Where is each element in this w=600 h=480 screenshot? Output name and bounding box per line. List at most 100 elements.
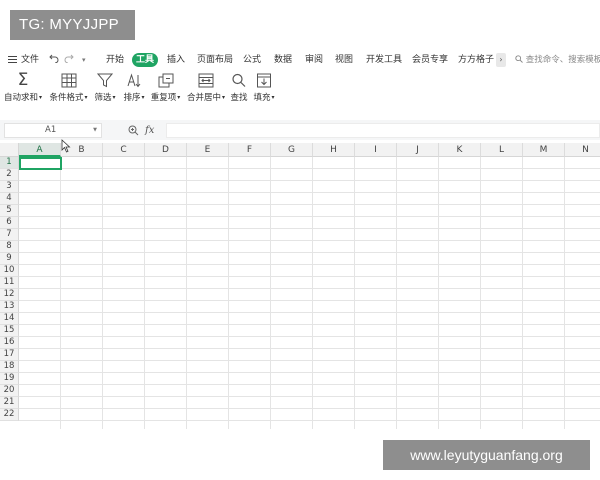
column-header[interactable]: I bbox=[355, 143, 397, 157]
tab-fangfange[interactable]: 方方格子 bbox=[458, 53, 494, 67]
formula-bar: A1 ▼ fx bbox=[0, 120, 600, 140]
column-header[interactable]: C bbox=[103, 143, 145, 157]
row-header[interactable]: 9 bbox=[0, 253, 19, 265]
conditional-format-dropdown-icon: ▾ bbox=[84, 94, 88, 101]
tab-formulas[interactable]: 公式 bbox=[243, 53, 261, 67]
tab-member[interactable]: 会员专享 bbox=[412, 53, 448, 67]
conditional-format-label: 条件格式 bbox=[49, 93, 84, 103]
duplicates-icon bbox=[158, 73, 173, 87]
fx-icon[interactable]: fx bbox=[145, 125, 154, 136]
column-header[interactable]: G bbox=[271, 143, 313, 157]
row-header[interactable]: 22 bbox=[0, 409, 19, 421]
row-header[interactable]: 4 bbox=[0, 193, 19, 205]
tools-ribbon: Σ 自动求和▾ 条件格式▾ 筛选▾ 排序▾ 重复项▾ 合并居中▾ 查找 填充▾ bbox=[0, 70, 600, 110]
row-header[interactable]: 12 bbox=[0, 289, 19, 301]
row-header[interactable]: 11 bbox=[0, 277, 19, 289]
column-header[interactable]: H bbox=[313, 143, 355, 157]
column-header[interactable]: J bbox=[397, 143, 439, 157]
spreadsheet-grid: ABCDEFGHIJKLMN 1 2 3 4 5 6 7 8 9 10 11 12 13 14 15 16 17… bbox=[0, 143, 600, 429]
quick-access-dropdown-icon[interactable]: ▾ bbox=[82, 53, 86, 67]
column-header[interactable]: E bbox=[187, 143, 229, 157]
merge-center-label: 合并居中 bbox=[186, 93, 221, 103]
merge-cells-icon bbox=[198, 73, 214, 87]
column-header[interactable]: L bbox=[481, 143, 523, 157]
menu-file[interactable]: 文件 bbox=[21, 53, 39, 67]
name-box-value: A1 bbox=[45, 125, 57, 135]
mouse-cursor-icon bbox=[61, 139, 71, 153]
row-header[interactable]: 13 bbox=[0, 301, 19, 313]
row-header[interactable]: 7 bbox=[0, 229, 19, 241]
table-grid-icon bbox=[61, 73, 76, 87]
active-cell[interactable] bbox=[19, 157, 62, 170]
conditional-format-button[interactable]: 条件格式▾ bbox=[47, 70, 90, 104]
row-header[interactable]: 1 bbox=[0, 157, 19, 169]
formula-input[interactable] bbox=[166, 123, 600, 138]
row-header[interactable]: 5 bbox=[0, 205, 19, 217]
tab-tools[interactable]: 工具 bbox=[132, 53, 159, 67]
filter-button[interactable]: 筛选▾ bbox=[91, 70, 119, 104]
tab-developer[interactable]: 开发工具 bbox=[366, 53, 402, 67]
merge-center-dropdown-icon: ▾ bbox=[222, 94, 226, 101]
sigma-icon: Σ bbox=[17, 70, 29, 90]
column-header[interactable]: N bbox=[565, 143, 600, 157]
autosum-button[interactable]: Σ 自动求和▾ bbox=[4, 70, 42, 104]
magnifier-icon bbox=[232, 73, 246, 87]
menu-bar: 文件 ▾ 开始 工具 插入 页面布局 公式 数据 审阅 视图 开发工具 会员专享… bbox=[0, 50, 600, 70]
row-header[interactable]: 19 bbox=[0, 373, 19, 385]
search-icon bbox=[515, 55, 523, 63]
tab-page-layout[interactable]: 页面布局 bbox=[197, 53, 233, 67]
find-button[interactable]: 查找 bbox=[229, 70, 249, 104]
name-box-dropdown-icon[interactable]: ▼ bbox=[93, 124, 97, 137]
name-box[interactable]: A1 ▼ bbox=[4, 123, 102, 138]
overlay-tag: TG: MYYJJPP bbox=[10, 10, 135, 40]
cell-grid[interactable] bbox=[19, 157, 600, 429]
row-header[interactable]: 6 bbox=[0, 217, 19, 229]
find-label: 查找 bbox=[230, 93, 248, 103]
hamburger-menu-icon[interactable] bbox=[8, 53, 17, 67]
row-header[interactable]: 14 bbox=[0, 313, 19, 325]
zoom-search-icon[interactable] bbox=[128, 125, 139, 136]
sort-dropdown-icon: ▾ bbox=[141, 94, 145, 101]
row-header[interactable]: 8 bbox=[0, 241, 19, 253]
row-header[interactable]: 18 bbox=[0, 361, 19, 373]
sort-button[interactable]: 排序▾ bbox=[120, 70, 148, 104]
filter-dropdown-icon: ▾ bbox=[112, 94, 116, 101]
search-placeholder: 查找命令、搜索模板 bbox=[525, 55, 600, 65]
duplicates-dropdown-icon: ▾ bbox=[177, 94, 181, 101]
more-tabs-button[interactable]: › bbox=[496, 53, 506, 67]
column-header[interactable]: M bbox=[523, 143, 565, 157]
fill-down-icon bbox=[257, 73, 271, 87]
sort-icon bbox=[127, 72, 141, 87]
duplicates-label: 重复项 bbox=[150, 93, 177, 103]
row-header[interactable]: 3 bbox=[0, 181, 19, 193]
tab-home[interactable]: 开始 bbox=[106, 53, 124, 67]
undo-icon[interactable] bbox=[49, 53, 59, 67]
fill-label: 填充 bbox=[253, 93, 271, 103]
fill-button[interactable]: 填充▾ bbox=[251, 70, 277, 104]
command-search[interactable]: 查找命令、搜索模板 bbox=[515, 53, 600, 67]
row-header[interactable]: 20 bbox=[0, 385, 19, 397]
row-header[interactable]: 10 bbox=[0, 265, 19, 277]
column-header[interactable]: D bbox=[145, 143, 187, 157]
row-header[interactable]: 17 bbox=[0, 349, 19, 361]
duplicates-button[interactable]: 重复项▾ bbox=[148, 70, 183, 104]
tab-review[interactable]: 审阅 bbox=[305, 53, 323, 67]
column-header[interactable]: K bbox=[439, 143, 481, 157]
row-header[interactable]: 21 bbox=[0, 397, 19, 409]
row-header[interactable]: 15 bbox=[0, 325, 19, 337]
funnel-icon bbox=[97, 73, 113, 87]
redo-icon[interactable] bbox=[64, 53, 74, 67]
autosum-dropdown-icon: ▾ bbox=[39, 94, 43, 101]
filter-label: 筛选 bbox=[94, 93, 112, 103]
tab-data[interactable]: 数据 bbox=[274, 53, 292, 67]
merge-center-button[interactable]: 合并居中▾ bbox=[185, 70, 227, 104]
column-header[interactable]: F bbox=[229, 143, 271, 157]
row-header[interactable]: 2 bbox=[0, 169, 19, 181]
tab-insert[interactable]: 插入 bbox=[167, 53, 185, 67]
row-header[interactable]: 16 bbox=[0, 337, 19, 349]
column-header[interactable]: A bbox=[19, 143, 61, 157]
select-all-corner[interactable] bbox=[0, 143, 19, 157]
sort-label: 排序 bbox=[123, 93, 141, 103]
watermark: www.leyutyguanfang.org bbox=[383, 440, 590, 470]
tab-view[interactable]: 视图 bbox=[335, 53, 353, 67]
